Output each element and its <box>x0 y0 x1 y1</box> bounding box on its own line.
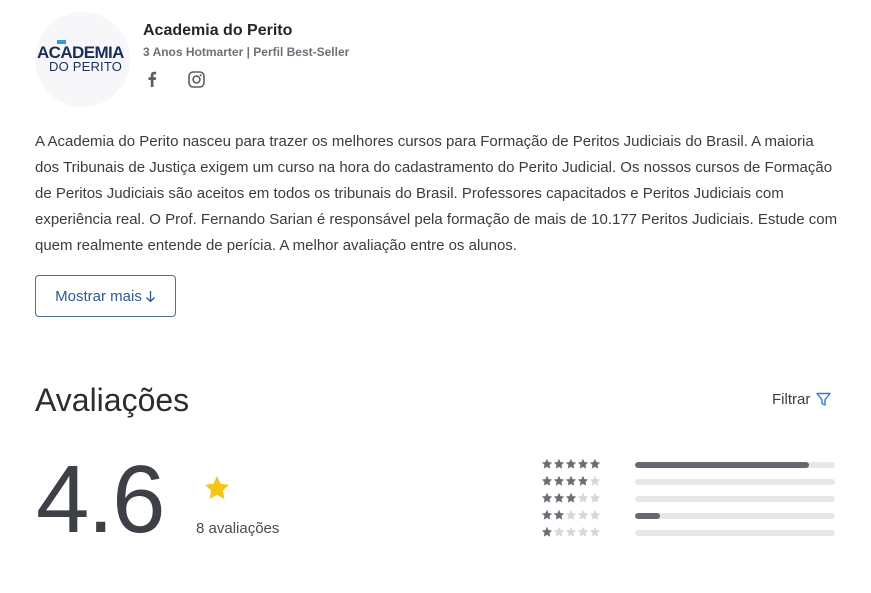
small-star-icon <box>565 526 577 537</box>
logo-text-sub: DO PERITO <box>49 59 123 74</box>
seller-description: A Academia do Perito nasceu para trazer … <box>35 133 838 254</box>
rating-row-bar-fill <box>635 513 660 519</box>
facebook-icon[interactable] <box>143 70 161 88</box>
small-star-icon <box>577 492 589 503</box>
social-links <box>143 70 205 88</box>
small-star-icon <box>589 509 601 520</box>
rating-star-icon <box>204 476 230 499</box>
filter-label: Filtrar <box>772 391 811 408</box>
small-star-icon <box>577 475 589 486</box>
rating-row-stars <box>541 458 601 470</box>
instagram-icon[interactable] <box>187 70 205 88</box>
rating-row-stars <box>541 526 601 538</box>
rating-row-4 <box>541 475 835 489</box>
filter-button[interactable]: Filtrar <box>772 391 832 408</box>
small-star-icon <box>553 458 565 469</box>
logo-text-main: ACADEMIA <box>37 43 124 62</box>
small-star-icon <box>589 458 601 469</box>
seller-profile-header: ACADEMIA DO PERITO Academia do Perito 3 … <box>35 12 835 107</box>
small-star-icon <box>589 492 601 503</box>
small-star-icon <box>565 475 577 486</box>
reviews-heading: Avaliações <box>35 382 190 418</box>
small-star-icon <box>589 526 601 537</box>
rating-row-2 <box>541 509 835 523</box>
arrow-down-icon <box>145 290 155 302</box>
small-star-icon <box>577 509 589 520</box>
rating-row-1 <box>541 526 835 540</box>
rating-row-bar <box>635 513 835 519</box>
rating-row-bar <box>635 530 835 536</box>
small-star-icon <box>541 475 553 486</box>
small-star-icon <box>565 492 577 503</box>
small-star-icon <box>541 492 553 503</box>
small-star-icon <box>565 509 577 520</box>
rating-row-bar <box>635 462 835 468</box>
review-count: 8 avaliações <box>196 520 280 537</box>
show-more-label: Mostrar mais <box>55 287 142 305</box>
rating-row-5 <box>541 458 835 472</box>
seller-subtitle: 3 Anos Hotmarter | Perfil Best-Seller <box>143 45 350 59</box>
seller-logo: ACADEMIA DO PERITO <box>35 12 130 107</box>
small-star-icon <box>577 526 589 537</box>
rating-row-bar-fill <box>635 462 809 468</box>
seller-name: Academia do Perito <box>143 22 293 39</box>
average-rating-score: 4.6 <box>36 446 165 553</box>
show-more-button[interactable]: Mostrar mais <box>35 275 176 317</box>
rating-row-3 <box>541 492 835 506</box>
small-star-icon <box>541 458 553 469</box>
small-star-icon <box>541 526 553 537</box>
rating-row-stars <box>541 492 601 504</box>
rating-row-stars <box>541 509 601 521</box>
filter-funnel-icon <box>816 392 832 406</box>
small-star-icon <box>541 509 553 520</box>
small-star-icon <box>589 475 601 486</box>
small-star-icon <box>553 475 565 486</box>
small-star-icon <box>553 509 565 520</box>
small-star-icon <box>565 458 577 469</box>
small-star-icon <box>553 492 565 503</box>
small-star-icon <box>553 526 565 537</box>
rating-row-bar <box>635 496 835 502</box>
rating-row-stars <box>541 475 601 487</box>
rating-row-bar <box>635 479 835 485</box>
small-star-icon <box>577 458 589 469</box>
